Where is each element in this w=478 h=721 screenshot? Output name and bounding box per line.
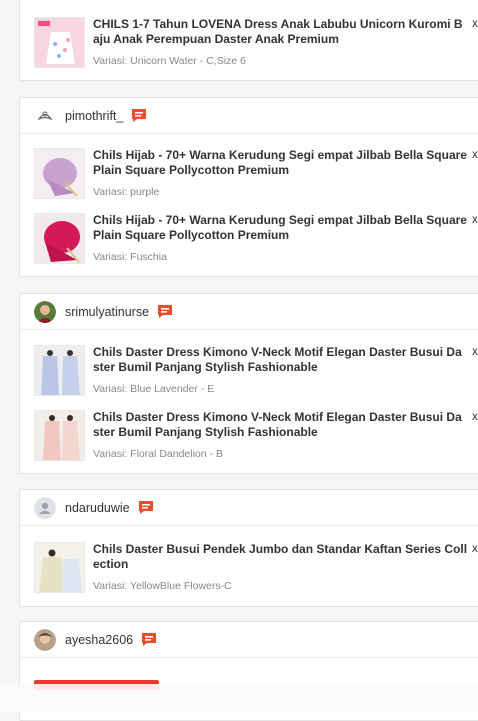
chat-bubble-icon[interactable] bbox=[157, 304, 173, 319]
product-title[interactable]: CHILS 1-7 Tahun LOVENA Dress Anak Labubu… bbox=[93, 17, 468, 47]
product-quantity: x bbox=[472, 543, 478, 555]
product-title[interactable]: Chils Hijab - 70+ Warna Kerudung Segi em… bbox=[93, 148, 468, 178]
shop-header[interactable]: pimothrift_ bbox=[20, 98, 478, 134]
order-item[interactable]: Chils Daster Dress Kimono V-Neck Motif E… bbox=[20, 410, 478, 470]
product-quantity: x bbox=[472, 346, 478, 358]
product-title[interactable]: Chils Daster Dress Kimono V-Neck Motif E… bbox=[93, 345, 468, 375]
product-variant: Variasi: Blue Lavender - E bbox=[93, 383, 215, 395]
shop-name[interactable]: ayesha2606 bbox=[65, 633, 133, 647]
order-item[interactable]: CHILS 1-7 Tahun LOVENA Dress Anak Labubu… bbox=[20, 17, 478, 77]
product-variant: Variasi: YellowBlue Flowers-C bbox=[93, 580, 232, 592]
order-card: ndaruduwie Chils Daster Busui Pendek Jum… bbox=[19, 489, 478, 607]
product-thumbnail bbox=[34, 542, 85, 593]
product-title[interactable]: Chils Daster Dress Kimono V-Neck Motif E… bbox=[93, 410, 468, 440]
product-thumbnail bbox=[34, 148, 85, 199]
chat-bubble-icon[interactable] bbox=[131, 108, 147, 123]
shop-avatar bbox=[34, 300, 56, 323]
chat-bubble-icon[interactable] bbox=[141, 632, 157, 647]
shop-name[interactable]: pimothrift_ bbox=[65, 109, 123, 123]
bottom-overlay bbox=[0, 684, 478, 711]
product-quantity: x bbox=[472, 18, 478, 30]
order-card: CHILS 1-7 Tahun LOVENA Dress Anak Labubu… bbox=[19, 0, 478, 81]
product-thumbnail bbox=[34, 213, 85, 264]
order-card: srimulyatinurse Chils Daster Dress Kimon… bbox=[19, 293, 478, 474]
order-item[interactable]: Chils Hijab - 70+ Warna Kerudung Segi em… bbox=[20, 213, 478, 273]
product-thumbnail bbox=[34, 410, 85, 461]
product-thumbnail bbox=[34, 17, 85, 68]
shop-avatar bbox=[34, 628, 56, 651]
product-thumbnail bbox=[34, 345, 85, 396]
user-placeholder-icon bbox=[34, 496, 56, 519]
order-item[interactable]: Chils Daster Dress Kimono V-Neck Motif E… bbox=[20, 345, 478, 405]
product-title[interactable]: Chils Hijab - 70+ Warna Kerudung Segi em… bbox=[93, 213, 468, 243]
product-quantity: x bbox=[472, 149, 478, 161]
order-item[interactable]: Chils Hijab - 70+ Warna Kerudung Segi em… bbox=[20, 148, 478, 208]
shop-header[interactable]: ayesha2606 bbox=[20, 622, 478, 658]
shop-header[interactable]: ndaruduwie bbox=[20, 490, 478, 526]
order-card: pimothrift_ Chils Hijab - 70+ Warna Keru… bbox=[19, 97, 478, 277]
shop-avatar bbox=[34, 104, 56, 127]
shop-name[interactable]: srimulyatinurse bbox=[65, 305, 149, 319]
product-variant: Variasi: Unicorn Water - C,Size 6 bbox=[93, 55, 246, 67]
product-variant: Variasi: purple bbox=[93, 186, 160, 198]
product-title[interactable]: Chils Daster Busui Pendek Jumbo dan Stan… bbox=[93, 542, 468, 572]
shop-header[interactable]: srimulyatinurse bbox=[20, 294, 478, 330]
product-variant: Variasi: Floral Dandelion - B bbox=[93, 448, 223, 460]
chat-bubble-icon[interactable] bbox=[138, 500, 154, 515]
product-quantity: x bbox=[472, 214, 478, 226]
product-variant: Variasi: Fuschia bbox=[93, 251, 167, 263]
order-item[interactable]: Chils Daster Busui Pendek Jumbo dan Stan… bbox=[20, 542, 478, 602]
product-quantity: x bbox=[472, 411, 478, 423]
shop-name[interactable]: ndaruduwie bbox=[65, 501, 130, 515]
